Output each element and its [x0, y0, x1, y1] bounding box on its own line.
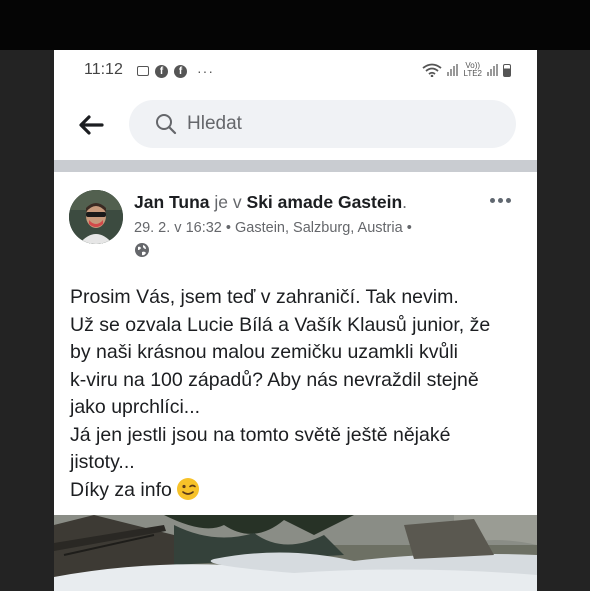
- post-line: by naši krásnou malou zemičku uzamkli kv…: [70, 341, 458, 363]
- author-name[interactable]: Jan Tuna: [134, 192, 210, 212]
- status-system-icons: Vo)) LTE2: [422, 62, 511, 78]
- post-line: Prosim Vás, jsem teď v zahraničí. Tak ne…: [70, 286, 459, 308]
- post-line: jako uprchlíci...: [70, 396, 201, 418]
- status-time: 11:12: [84, 61, 123, 78]
- left-side-background: [0, 50, 54, 591]
- post-location[interactable]: Gastein, Salzburg, Austria: [235, 220, 403, 236]
- feed-divider: [54, 160, 537, 172]
- post-text: Prosim Vás, jsem teď v zahraničí. Tak ne…: [70, 284, 520, 504]
- place-name[interactable]: Ski amade Gastein: [247, 192, 403, 212]
- avatar[interactable]: [69, 190, 123, 244]
- meta-separator: •: [402, 220, 412, 236]
- post-photo-image: [54, 515, 537, 591]
- post-meta: 29. 2. v 16:32 • Gastein, Salzburg, Aust…: [134, 220, 412, 236]
- signal-bars-icon: [487, 64, 498, 76]
- more-dot: [489, 197, 495, 203]
- post-date[interactable]: 29. 2. v 16:32: [134, 220, 222, 236]
- top-black-band: [0, 0, 590, 50]
- place-suffix: .: [402, 192, 408, 212]
- more-notifications-indicator: ···: [197, 63, 214, 79]
- facebook-icon: f: [174, 64, 187, 78]
- volte-indicator: Vo)) LTE2: [463, 62, 482, 78]
- globe-icon: [135, 243, 149, 257]
- post-line: jistoty...: [70, 451, 135, 473]
- avatar-photo: [69, 190, 123, 244]
- search-placeholder: Hledat: [187, 113, 242, 134]
- post-photo[interactable]: [54, 515, 537, 591]
- phone-screen: 11:12 f f ··· Vo)) LTE2 Hledat Jan Tuna …: [54, 50, 537, 591]
- more-dot: [505, 197, 511, 203]
- back-arrow-icon[interactable]: [76, 110, 106, 140]
- facebook-icon: f: [155, 64, 168, 78]
- post-line: Už se ozvala Lucie Bílá a Vašík Klausů j…: [70, 313, 491, 336]
- battery-icon: [503, 63, 511, 77]
- signal-bars-icon: [447, 64, 459, 76]
- winking-face-icon: [176, 477, 199, 500]
- post-last-line: Díky za info: [70, 477, 520, 505]
- post-line: k-viru na 100 západů? Aby nás nevraždil …: [70, 368, 479, 391]
- lte-label: LTE2: [463, 69, 482, 78]
- wifi-icon: [422, 63, 443, 77]
- search-input[interactable]: Hledat: [129, 100, 516, 148]
- post-more-button[interactable]: [484, 190, 516, 210]
- more-dot: [497, 197, 503, 203]
- status-bar: 11:12 f f ··· Vo)) LTE2: [54, 50, 537, 90]
- post-line: Díky za info: [70, 478, 172, 501]
- right-side-background: [537, 50, 590, 591]
- post-author-line: Jan Tuna je v Ski amade Gastein.: [134, 192, 407, 213]
- meta-separator: •: [221, 220, 236, 236]
- search-icon: [156, 114, 177, 135]
- image-icon: [137, 66, 149, 76]
- author-connector: je v: [214, 192, 242, 212]
- post-line: Já jen jestli jsou na tomto světě ještě …: [70, 423, 451, 446]
- status-notification-icons: f f ···: [137, 63, 214, 79]
- search-header: Hledat: [54, 90, 537, 160]
